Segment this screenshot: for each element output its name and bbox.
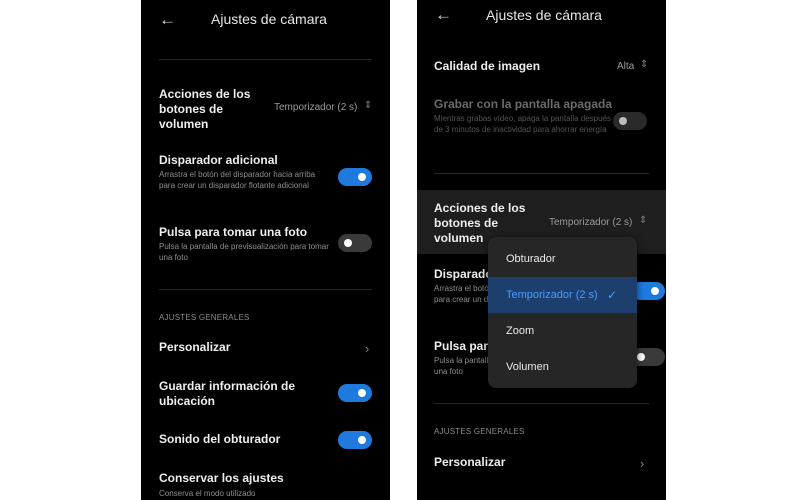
phone-screen-left: ← Ajustes de cámara Acciones de los boto… — [141, 0, 390, 500]
extra-shutter-row[interactable]: Disparador adicional Arrastra el botón d… — [159, 153, 372, 203]
chevron-right-icon: › — [640, 456, 645, 471]
section-header-general: AJUSTES GENERALES — [159, 313, 250, 322]
save-location-toggle[interactable] — [338, 384, 372, 402]
volume-actions-value: Temporizador (2 s) — [549, 217, 633, 228]
back-arrow-icon[interactable]: ← — [435, 6, 452, 23]
divider — [434, 403, 649, 404]
page-title: Ajustes de cámara — [486, 7, 602, 23]
record-screen-off-toggle — [613, 112, 647, 130]
back-arrow-icon[interactable]: ← — [159, 11, 176, 28]
extra-shutter-label: Disparador adicional — [159, 153, 278, 167]
chevron-updown-icon: ⇕ — [639, 215, 648, 226]
menu-option-label: Zoom — [506, 325, 535, 337]
menu-option-label: Temporizador (2 s) — [506, 289, 598, 301]
tap-photo-toggle[interactable] — [338, 234, 372, 252]
volume-actions-value: Temporizador (2 s) — [274, 102, 358, 113]
extra-shutter-toggle[interactable] — [338, 168, 372, 186]
tap-photo-row[interactable]: Pulsa para tomar una foto Pulsa la panta… — [159, 225, 372, 265]
save-location-row[interactable]: Guardar información de ubicación — [159, 379, 372, 411]
record-screen-off-row: Grabar con la pantalla apagada Mientras … — [434, 97, 649, 149]
save-location-label: Guardar información de ubicación — [159, 379, 296, 408]
tap-photo-label: Pulsa para tomar una foto — [159, 225, 308, 239]
keep-settings-label: Conservar los ajustes — [159, 471, 284, 485]
volume-actions-row[interactable]: Acciones de los botones de volumen Tempo… — [159, 87, 372, 131]
shutter-sound-toggle[interactable] — [338, 431, 372, 449]
image-quality-value: Alta — [617, 61, 635, 72]
image-quality-label: Calidad de imagen — [434, 59, 541, 73]
chevron-updown-icon: ⇕ — [364, 100, 373, 111]
section-header-general: AJUSTES GENERALES — [434, 427, 525, 436]
checkmark-icon: ✓ — [606, 288, 617, 302]
tap-photo-desc: Pulsa la pantalla de previsualización pa… — [159, 242, 329, 262]
shutter-sound-label: Sonido del obturador — [159, 432, 281, 446]
divider — [159, 59, 372, 60]
record-screen-off-label: Grabar con la pantalla apagada — [434, 97, 613, 111]
divider — [159, 289, 372, 290]
divider — [434, 173, 649, 174]
customize-row[interactable]: Personalizar › — [434, 455, 649, 473]
menu-option-temporizador[interactable]: Temporizador (2 s) ✓ — [488, 277, 637, 313]
record-screen-off-desc: Mientras grabas vídeo, apaga la pantalla… — [434, 114, 612, 134]
menu-option-label: Obturador — [506, 253, 556, 265]
keep-settings-desc: Conserva el modo utilizado — [159, 489, 256, 498]
chevron-right-icon: › — [365, 341, 370, 356]
menu-option-volumen[interactable]: Volumen — [488, 349, 637, 385]
shutter-sound-row[interactable]: Sonido del obturador — [159, 431, 372, 451]
volume-actions-label: Acciones de los botones de volumen — [159, 87, 251, 131]
customize-label: Personalizar — [434, 455, 506, 469]
image-quality-row[interactable]: Calidad de imagen Alta ⇕ — [434, 58, 649, 76]
menu-option-label: Volumen — [506, 361, 549, 373]
volume-actions-dropdown-menu: Obturador Temporizador (2 s) ✓ Zoom Volu… — [488, 237, 637, 388]
menu-option-zoom[interactable]: Zoom — [488, 313, 637, 349]
extra-shutter-desc: Arrastra el botón del disparador hacia a… — [159, 170, 316, 190]
page-title: Ajustes de cámara — [211, 11, 327, 27]
customize-label: Personalizar — [159, 340, 231, 354]
keep-settings-row[interactable]: Conservar los ajustes Conserva el modo u… — [159, 471, 372, 500]
chevron-updown-icon: ⇕ — [640, 59, 649, 70]
customize-row[interactable]: Personalizar › — [159, 340, 372, 358]
menu-option-obturador[interactable]: Obturador — [488, 241, 637, 277]
phone-screen-right: ← Ajustes de cámara Calidad de imagen Al… — [417, 0, 666, 500]
